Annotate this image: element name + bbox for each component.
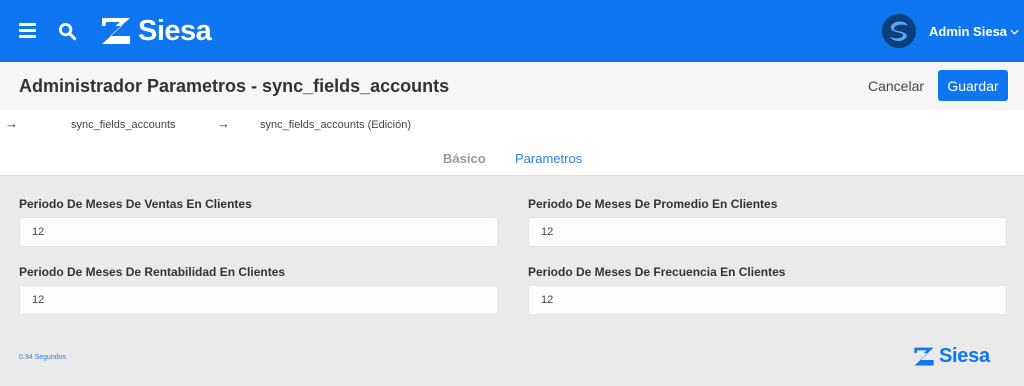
menu-icon[interactable] — [19, 23, 36, 39]
tab-parametros[interactable]: Parametros — [515, 151, 582, 166]
search-icon[interactable] — [58, 22, 77, 41]
field-label: Periodo De Meses De Frecuencia En Client… — [528, 265, 786, 279]
page-title: Administrador Parametros - sync_fields_a… — [19, 76, 450, 96]
save-button[interactable]: Guardar — [938, 70, 1008, 101]
rentabilidad-period-input[interactable] — [19, 285, 498, 315]
promedio-period-input[interactable] — [528, 217, 1007, 247]
footer-brand-name: Siesa — [939, 345, 990, 367]
frecuencia-period-input[interactable] — [528, 285, 1007, 315]
user-menu[interactable]: Admin Siesa — [929, 24, 1019, 39]
user-name: Admin Siesa — [929, 24, 1008, 39]
breadcrumb-item[interactable]: sync_fields_accounts (Edición) — [260, 119, 411, 131]
field-label: Periodo De Meses De Rentabilidad En Clie… — [19, 265, 286, 279]
tab-basico[interactable]: Básico — [443, 151, 486, 166]
ventas-period-input[interactable] — [19, 217, 498, 247]
response-time: 0.34 Segundos — [19, 354, 67, 361]
brand-name: Siesa — [138, 14, 212, 47]
avatar-logo-icon — [882, 14, 916, 48]
siesa-logo-icon — [102, 18, 130, 44]
siesa-logo-icon — [914, 347, 934, 366]
user-avatar[interactable] — [882, 14, 916, 48]
footer-logo: Siesa — [913, 345, 990, 368]
breadcrumb: → sync_fields_accounts → sync_fields_acc… — [0, 110, 1024, 142]
arrow-right-icon: → — [217, 116, 230, 131]
breadcrumb-item[interactable]: sync_fields_accounts — [71, 119, 176, 131]
top-navbar: Siesa Admin Siesa — [0, 0, 1024, 62]
chevron-down-icon — [1010, 29, 1019, 35]
field-label: Periodo De Meses De Ventas En Clientes — [19, 197, 252, 211]
tab-bar: Básico Parametros — [0, 142, 1024, 176]
brand-logo[interactable]: Siesa — [100, 14, 212, 47]
arrow-right-icon: → — [5, 116, 18, 131]
parameters-form: Periodo De Meses De Ventas En Clientes P… — [0, 177, 1024, 386]
field-label: Periodo De Meses De Promedio En Clientes — [528, 197, 778, 211]
cancel-button[interactable]: Cancelar — [868, 75, 924, 97]
page-header: Administrador Parametros - sync_fields_a… — [0, 62, 1024, 110]
